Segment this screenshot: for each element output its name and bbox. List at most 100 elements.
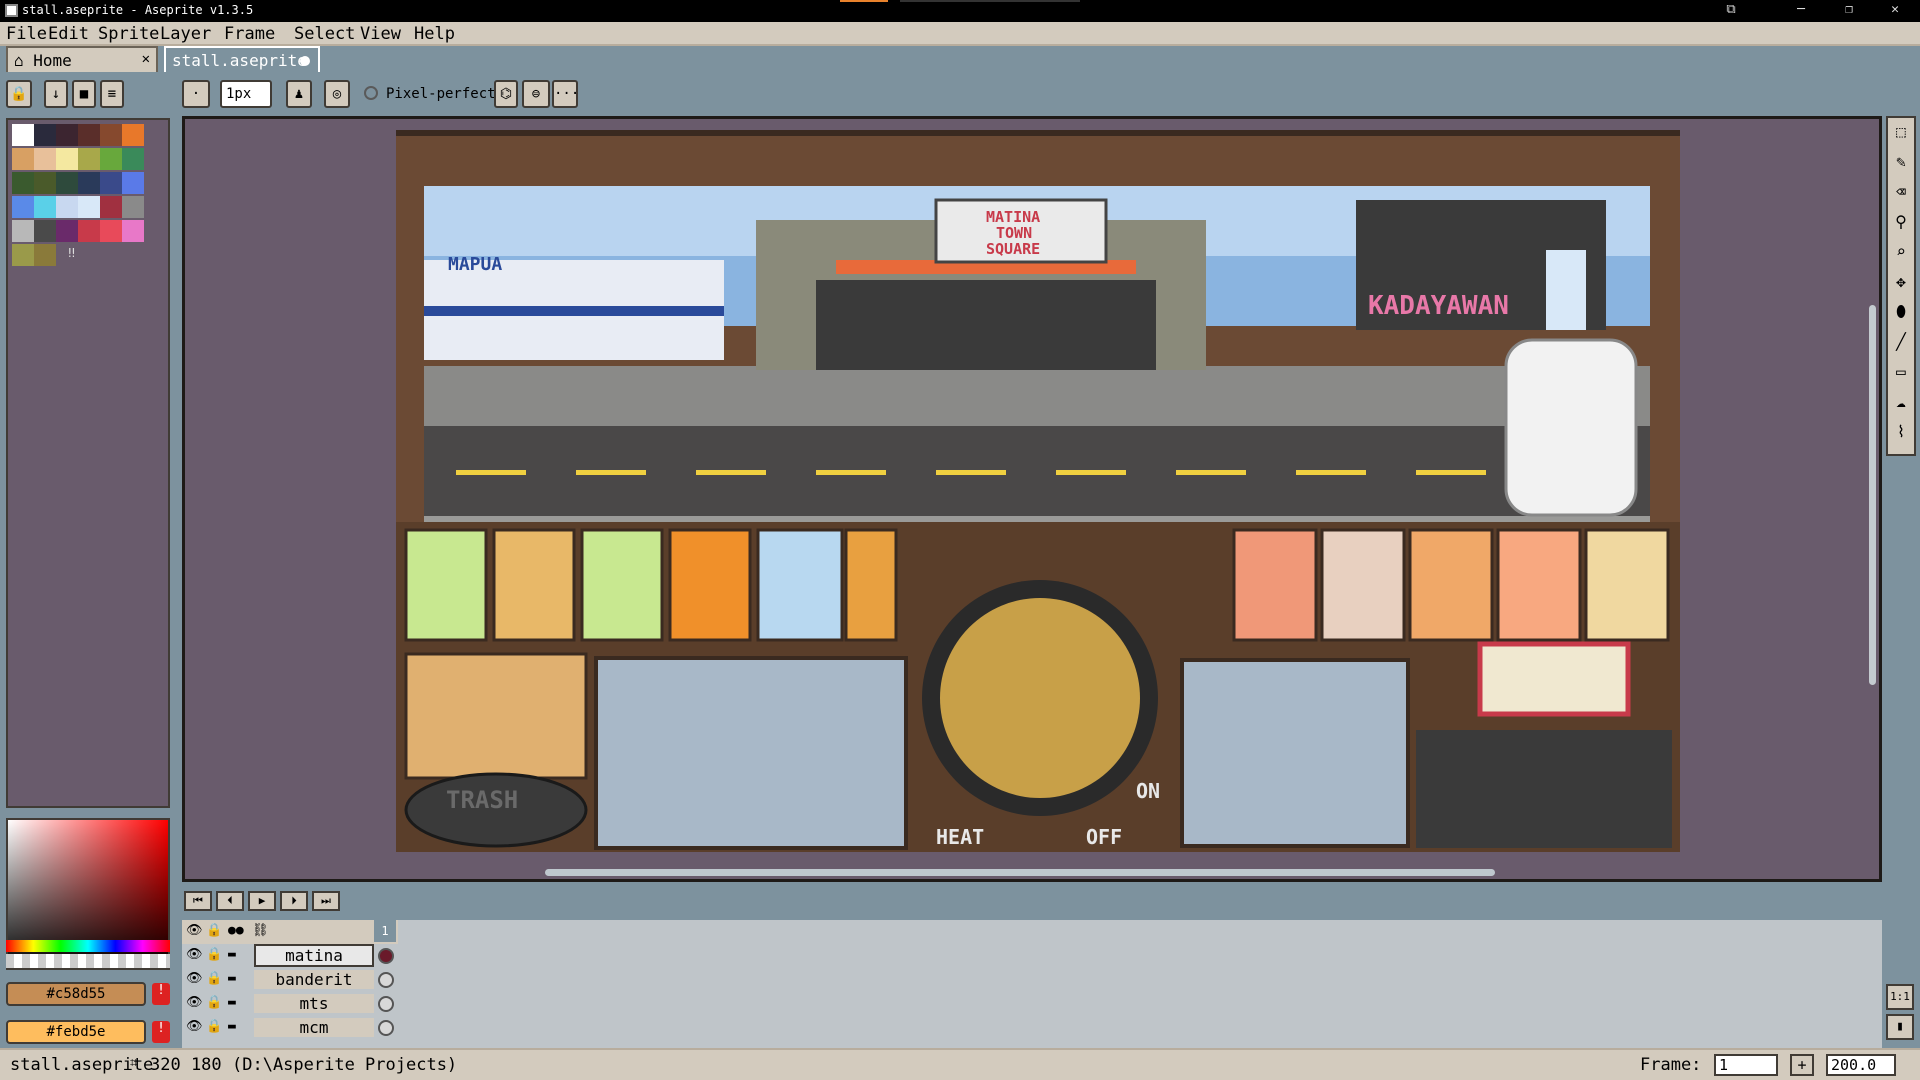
next-frame-button[interactable]: ⏵	[280, 891, 308, 911]
palette-swatch[interactable]	[78, 172, 100, 194]
eraser-tool-icon[interactable]: ⌫	[1890, 182, 1912, 208]
add-frame-button[interactable]: +	[1790, 1054, 1814, 1076]
symmetry-icon[interactable]: ◎	[324, 80, 350, 108]
palette-swatch[interactable]	[122, 220, 144, 242]
eye-icon[interactable]: 👁	[186, 995, 203, 1010]
eye-icon[interactable]: 👁	[186, 1019, 203, 1034]
palette-swatch[interactable]	[78, 196, 100, 218]
mirror-v-icon[interactable]: ⊜	[522, 80, 550, 108]
download-icon[interactable]: ↓	[44, 80, 68, 108]
sprite-canvas[interactable]: MAPUA MATINA TOWN SQUARE KADAYAWAN TRASH…	[396, 130, 1680, 852]
layer-name[interactable]: mcm	[254, 1018, 374, 1037]
pencil-tool-icon[interactable]: ✎	[1890, 152, 1912, 178]
layer-row-mcm[interactable]: 👁 🔒 ▬ mcm	[182, 1016, 398, 1040]
warning-icon-2[interactable]: !	[152, 1021, 170, 1043]
brush-size-input[interactable]: 1px	[220, 80, 272, 108]
eyedropper-tool-icon[interactable]: ⚲	[1890, 212, 1912, 238]
visibility-header-icon[interactable]: 👁	[186, 923, 203, 938]
frame-input[interactable]: 1	[1714, 1054, 1778, 1076]
zoom-reset-icon[interactable]: 1:1	[1886, 984, 1914, 1010]
palette-swatch[interactable]	[56, 148, 78, 170]
cel-icon[interactable]	[378, 996, 394, 1012]
prev-frame-button[interactable]: ⏴	[216, 891, 244, 911]
first-frame-button[interactable]: ⏮	[184, 891, 212, 911]
layer-name[interactable]: banderit	[254, 970, 374, 989]
layer-name[interactable]: matina	[254, 944, 374, 967]
palette-swatch[interactable]	[56, 172, 78, 194]
lock-icon[interactable]: 🔒	[206, 971, 222, 986]
hue-slider[interactable]	[6, 940, 170, 952]
palette-swatch[interactable]	[12, 196, 34, 218]
more-options-button[interactable]: ···	[552, 80, 579, 108]
lock-icon[interactable]: 🔒	[206, 1019, 222, 1034]
palette-swatch[interactable]	[122, 172, 144, 194]
rectangle-tool-icon[interactable]: ▭	[1890, 362, 1912, 388]
link-header-icon[interactable]: ⛓	[252, 923, 269, 938]
palette-swatch[interactable]	[122, 148, 144, 170]
palette-swatch[interactable]	[100, 196, 122, 218]
lock-icon[interactable]: 🔒	[206, 995, 222, 1010]
palette-swatch[interactable]	[56, 220, 78, 242]
tab-home[interactable]: ⌂ Home ✕	[6, 46, 158, 72]
play-button[interactable]: ▶	[248, 891, 276, 911]
stop-icon[interactable]: ■	[72, 80, 96, 108]
palette-swatch[interactable]	[34, 148, 56, 170]
palette-swatch[interactable]	[34, 244, 56, 266]
menu-help[interactable]: Help	[414, 24, 455, 44]
palette-swatch[interactable]	[56, 196, 78, 218]
palette-swatch[interactable]	[56, 124, 78, 146]
list-icon[interactable]: ≡	[100, 80, 124, 108]
line-tool-icon[interactable]: ╱	[1890, 332, 1912, 358]
zoom-input[interactable]: 200.0	[1826, 1054, 1896, 1076]
vertical-scrollbar[interactable]	[1869, 305, 1876, 685]
palette-more-icon[interactable]: ‼	[68, 246, 75, 260]
palette-swatch[interactable]	[100, 172, 122, 194]
palette-swatch[interactable]	[100, 148, 122, 170]
pixel-perfect-checkbox[interactable]	[364, 86, 378, 100]
palette-swatch[interactable]	[34, 220, 56, 242]
lock-icon[interactable]: 🔒	[6, 80, 32, 108]
close-icon[interactable]: ✕	[142, 51, 150, 67]
palette-swatch[interactable]	[78, 148, 100, 170]
fill-tool-icon[interactable]: ⬮	[1890, 302, 1912, 328]
lock-header-icon[interactable]: 🔒	[206, 923, 222, 938]
menu-layer[interactable]: Layer	[160, 24, 211, 44]
menu-frame[interactable]: Frame	[224, 24, 275, 44]
preview-icon[interactable]: ▮	[1886, 1014, 1914, 1040]
smudge-tool-icon[interactable]: ⌇	[1890, 422, 1912, 448]
brush-shape-icon[interactable]: ·	[182, 80, 210, 108]
maximize-button[interactable]: ❐	[1834, 2, 1864, 17]
minimize-button[interactable]: ─	[1786, 2, 1816, 17]
last-frame-button[interactable]: ⏭	[312, 891, 340, 911]
menu-sprite[interactable]: Sprite	[98, 24, 159, 44]
menu-edit[interactable]: Edit	[48, 24, 89, 44]
tab-stall[interactable]: stall.aseprite	[164, 46, 320, 72]
palette-swatch[interactable]	[78, 220, 100, 242]
lock-icon[interactable]: 🔒	[206, 947, 222, 962]
palette-swatch[interactable]	[34, 196, 56, 218]
palette-swatch[interactable]	[12, 124, 34, 146]
palette-swatch[interactable]	[34, 124, 56, 146]
frame-header[interactable]: 1	[374, 920, 396, 942]
marquee-tool-icon[interactable]: ⬚	[1890, 122, 1912, 148]
menu-view[interactable]: View	[360, 24, 401, 44]
mirror-h-icon[interactable]: ⌬	[494, 80, 518, 108]
palette-swatch[interactable]	[100, 220, 122, 242]
close-button[interactable]: ✕	[1880, 2, 1910, 17]
background-color[interactable]: #febd5e	[6, 1020, 146, 1044]
foreground-color[interactable]: #c58d55	[6, 982, 146, 1006]
zoom-tool-icon[interactable]: ⌕	[1890, 242, 1912, 268]
continuous-header-icon[interactable]: ●●	[228, 923, 244, 938]
blur-tool-icon[interactable]: ☁	[1890, 392, 1912, 418]
palette-swatch[interactable]	[12, 244, 34, 266]
menu-file[interactable]: File	[6, 24, 47, 44]
palette-swatch[interactable]	[78, 124, 100, 146]
palette-swatch[interactable]	[122, 124, 144, 146]
warning-icon[interactable]: !	[152, 983, 170, 1005]
layer-row-banderit[interactable]: 👁 🔒 ▬ banderit	[182, 968, 398, 992]
eye-icon[interactable]: 👁	[186, 947, 203, 962]
palette-swatch[interactable]	[122, 196, 144, 218]
layer-name[interactable]: mts	[254, 994, 374, 1013]
menu-select[interactable]: Select	[294, 24, 355, 44]
eye-icon[interactable]: 👁	[186, 971, 203, 986]
